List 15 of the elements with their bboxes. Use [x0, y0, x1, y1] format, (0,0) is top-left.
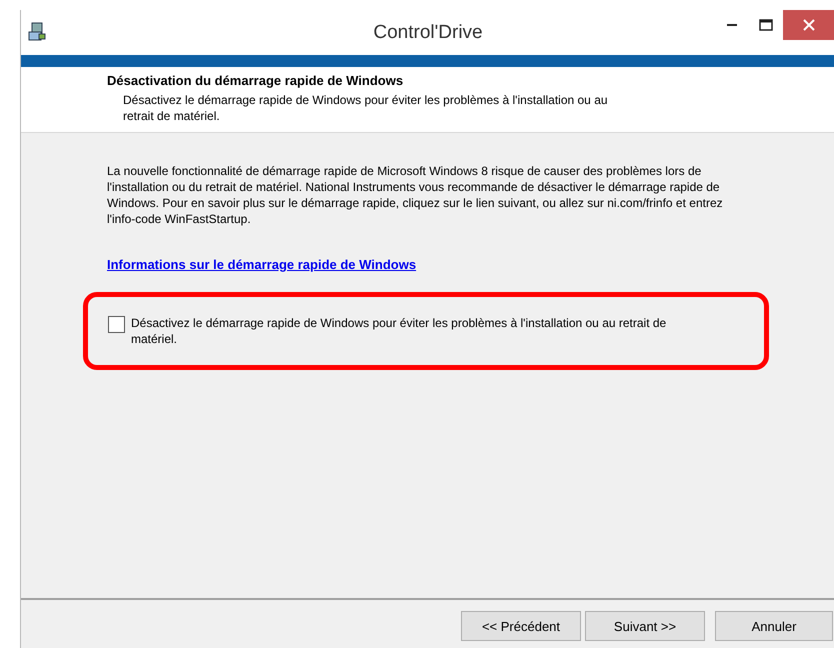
info-link[interactable]: Informations sur le démarrage rapide de Windows [107, 257, 416, 272]
minimize-icon [727, 24, 737, 26]
window-title: Control'Drive [372, 22, 484, 44]
description-text: La nouvelle fonctionnalité de démarrage rapide de Microsoft Windows 8 risque de causer des problèmes lors de l'installation ou du retrait de matériel. National Instruments vous recommande de désactiver le démarrage rapide de Windows. Pour en savoir plus sur le démarrage rapide, cliquez sur le lien suivant, ou allez sur ni.com/frinfo et entrez l'info-code WinFastStartup. [107, 163, 724, 227]
close-button[interactable] [783, 10, 834, 40]
page-subtitle: Désactivez le démarrage rapide de Windows pour éviter les problèmes à l'installation ou au retrait de matériel. [123, 92, 609, 124]
page-title: Désactivation du démarrage rapide de Windows [107, 73, 404, 88]
dialog-button[interactable]: << Précédent [461, 611, 581, 641]
checkbox-label[interactable]: Désactivez le démarrage rapide de Windows pour éviter les problèmes à l'installation ou au retrait de matériel. [131, 315, 711, 347]
maximize-icon [759, 19, 773, 31]
checkbox[interactable] [108, 316, 125, 333]
dialog-button[interactable]: Suivant >> [585, 611, 705, 641]
installer-icon [27, 22, 47, 42]
close-icon [803, 19, 815, 31]
dialog-button[interactable]: Annuler [715, 611, 833, 641]
